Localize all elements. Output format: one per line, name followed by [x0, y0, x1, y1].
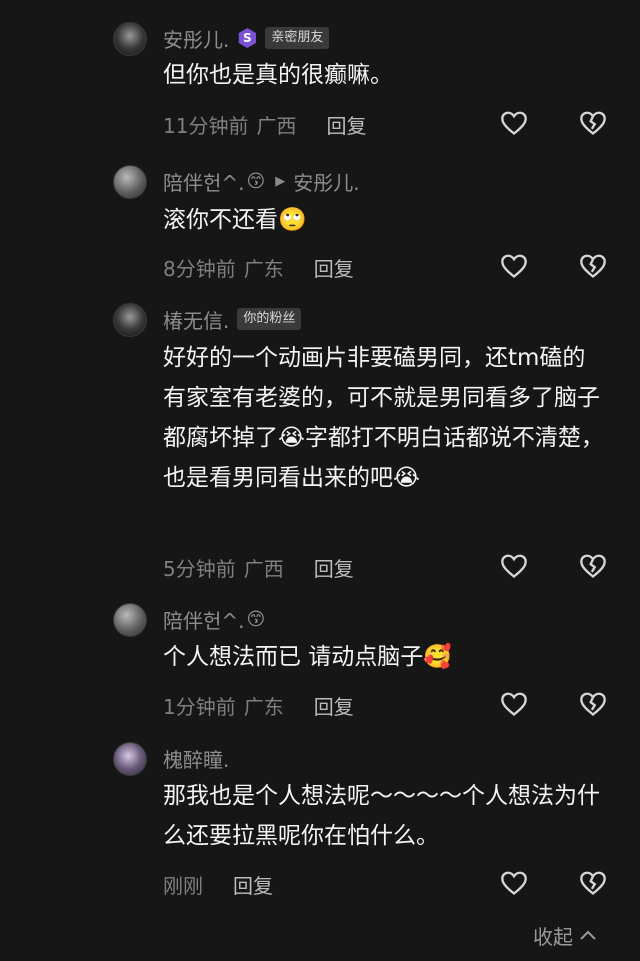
author-emoji: 😙 [246, 170, 266, 192]
comment-author-name[interactable]: 陪伴헌^. [163, 167, 245, 196]
heart-icon [501, 111, 527, 135]
dislike-button[interactable] [578, 551, 608, 581]
reply-button[interactable]: 回复 [326, 110, 366, 139]
reply-button[interactable]: 回复 [314, 553, 354, 582]
dislike-button[interactable] [578, 689, 608, 719]
broken-heart-icon [580, 692, 606, 716]
broken-heart-icon [580, 871, 606, 895]
comment-text: 好好的一个动画片非要磕男同，还tm磕的有家室有老婆的，可不就是男同看多了脑子都腐… [163, 345, 604, 491]
comment-text: 但你也是真的很癫嘛。 [163, 62, 393, 88]
comment-meta: 5分钟前 广西 回复 [163, 552, 354, 582]
chevron-up-icon [580, 930, 596, 940]
comment-location: 广东 [243, 256, 284, 281]
heart-icon [501, 254, 527, 278]
like-button[interactable] [499, 251, 529, 281]
comment-location: 广东 [243, 694, 284, 719]
comment-meta: 刚刚 回复 [163, 869, 273, 899]
heart-icon [501, 871, 527, 895]
comment-meta: 11分钟前 广西 回复 [163, 109, 366, 139]
broken-heart-icon [580, 111, 606, 135]
comment-author-name[interactable]: 槐醉瞳. [163, 744, 229, 773]
comment-location: 广西 [243, 556, 284, 581]
dislike-button[interactable] [578, 108, 608, 138]
comment-text: 个人想法而已 请动点脑子🥰 [163, 644, 452, 670]
comment-time: 刚刚 [163, 873, 203, 898]
comment-text: 滚你不还看🙄 [163, 207, 307, 233]
like-button[interactable] [499, 551, 529, 581]
like-button[interactable] [499, 689, 529, 719]
relationship-tag: 亲密朋友 [265, 27, 330, 49]
avatar[interactable] [113, 22, 147, 56]
avatar[interactable] [113, 603, 147, 637]
level-badge-icon: S [238, 28, 256, 48]
reply-button[interactable]: 回复 [233, 870, 273, 899]
comment-text: 那我也是个人想法呢～～～～个人想法为什么还要拉黑呢你在怕什么。 [163, 783, 600, 849]
avatar[interactable] [113, 742, 147, 776]
comment-author-name[interactable]: 椿无信. [163, 305, 229, 334]
heart-icon [501, 692, 527, 716]
comment-author-row: 槐醉瞳. [163, 743, 229, 773]
comment-author-name[interactable]: 安彤儿. [163, 24, 229, 53]
comment-author-row: 陪伴헌^. 😙 [163, 604, 265, 634]
comment-time: 11分钟前 [163, 113, 249, 138]
comment-meta: 1分钟前 广东 回复 [163, 690, 354, 720]
avatar[interactable] [113, 303, 147, 337]
comment-author-row: 陪伴헌^. 😙 ▶ 安彤儿. [163, 166, 360, 196]
comment-author-row: 椿无信. 你的粉丝 [163, 304, 302, 334]
like-button[interactable] [499, 108, 529, 138]
avatar[interactable] [113, 165, 147, 199]
comment-author-name[interactable]: 陪伴헌^. [163, 605, 245, 634]
reply-to-arrow-icon: ▶ [275, 173, 286, 189]
comment-location: 广西 [256, 113, 297, 138]
collapse-label: 收起 [533, 924, 573, 949]
heart-icon [501, 554, 527, 578]
comment-time: 5分钟前 [163, 556, 236, 581]
like-button[interactable] [499, 868, 529, 898]
broken-heart-icon [580, 554, 606, 578]
broken-heart-icon [580, 254, 606, 278]
comment-meta: 8分钟前 广东 回复 [163, 252, 354, 282]
author-emoji: 😙 [246, 608, 266, 630]
dislike-button[interactable] [578, 251, 608, 281]
relationship-tag: 你的粉丝 [237, 308, 302, 330]
comment-time: 1分钟前 [163, 694, 236, 719]
reply-to-name[interactable]: 安彤儿. [293, 167, 359, 196]
collapse-button[interactable]: 收起 [533, 920, 597, 950]
comment-time: 8分钟前 [163, 256, 236, 281]
dislike-button[interactable] [578, 868, 608, 898]
comment-author-row: 安彤儿. S 亲密朋友 [163, 23, 330, 53]
reply-button[interactable]: 回复 [314, 253, 354, 282]
reply-button[interactable]: 回复 [314, 691, 354, 720]
